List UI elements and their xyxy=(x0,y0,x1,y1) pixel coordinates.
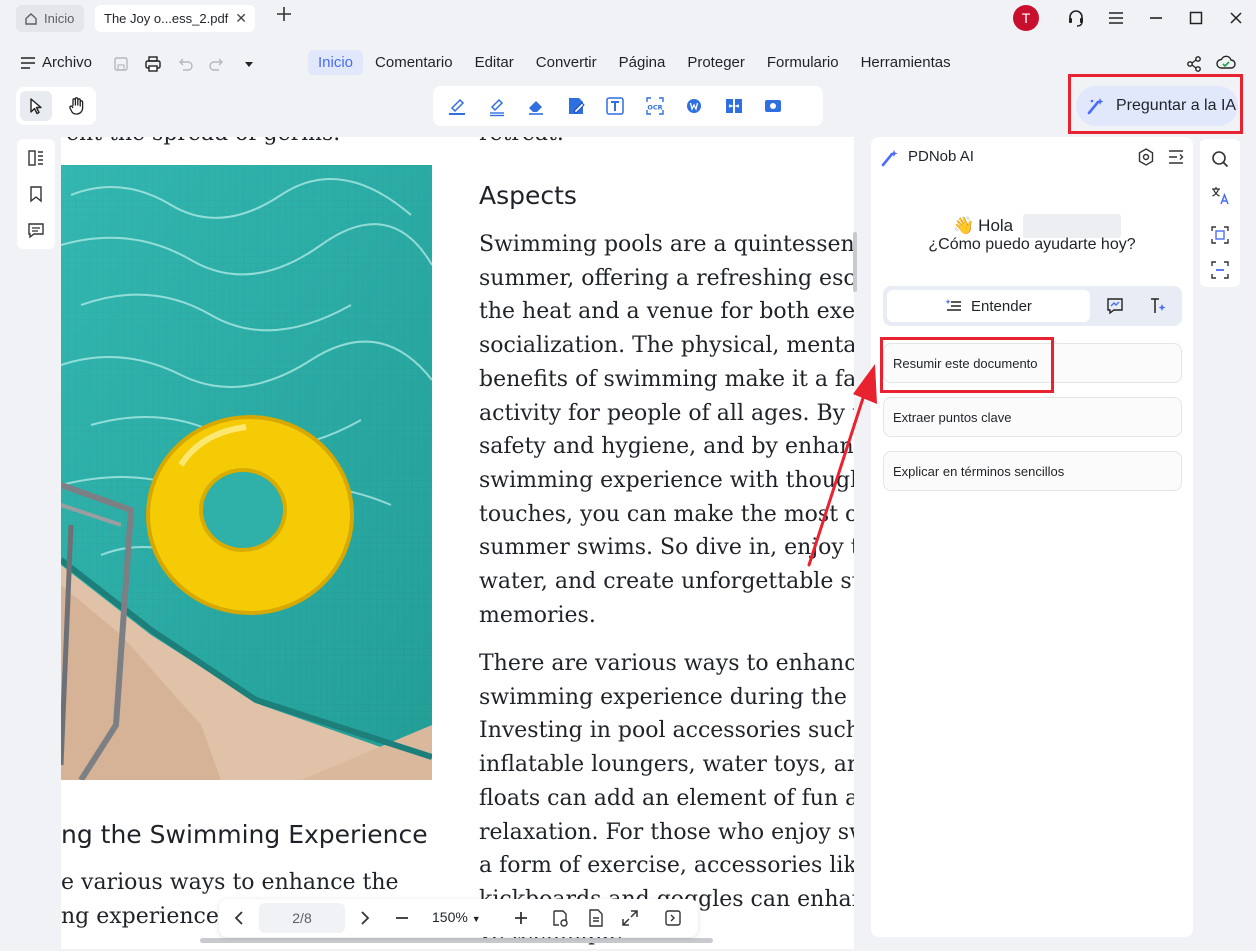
thumbnails-icon[interactable] xyxy=(26,148,46,168)
wave-icon: 👋 xyxy=(953,216,975,235)
ai-logo-icon xyxy=(880,148,900,168)
ocr-icon[interactable]: OCR xyxy=(641,92,669,120)
highlight-icon[interactable] xyxy=(443,92,471,120)
close-icon[interactable]: ✕ xyxy=(235,10,247,27)
edit-text-icon[interactable] xyxy=(562,92,590,120)
scan-translate-icon[interactable] xyxy=(1210,225,1230,245)
screen-capture-icon[interactable] xyxy=(759,92,787,120)
tab-home-label: Inicio xyxy=(44,11,75,26)
ai-settings-icon[interactable] xyxy=(1136,147,1156,167)
vertical-scrollbar[interactable] xyxy=(853,232,857,292)
close-window-icon[interactable] xyxy=(1226,8,1246,28)
redo-icon[interactable] xyxy=(208,55,226,73)
list-sparkle-icon xyxy=(945,298,963,314)
next-page-icon[interactable] xyxy=(355,908,375,928)
collapse-toolbar-icon[interactable] xyxy=(663,908,683,928)
zoom-in-icon[interactable] xyxy=(511,908,531,928)
page-number-input[interactable]: 2/8 xyxy=(259,903,345,933)
document-viewport[interactable]: ent the spread of germs. retreat. xyxy=(61,137,854,949)
screenshot-ocr-icon[interactable] xyxy=(1210,260,1230,280)
collapse-panel-icon[interactable] xyxy=(1166,147,1186,167)
home-tools: OCR xyxy=(433,86,823,126)
suggestion-explain-simple[interactable]: Explicar en términos sencillos xyxy=(883,451,1182,491)
doc-fragment-left: ent the spread of germs. xyxy=(66,137,340,151)
greeting-question: ¿Cómo puedo ayudarte hoy? xyxy=(928,236,1136,253)
nav-editar[interactable]: Editar xyxy=(465,50,524,75)
eraser-icon[interactable] xyxy=(522,92,550,120)
pointer-tools xyxy=(16,87,96,125)
read-mode-icon[interactable] xyxy=(550,908,570,928)
chat-mode-icon[interactable] xyxy=(1105,296,1125,316)
fit-page-icon[interactable] xyxy=(586,908,606,928)
nav-herramientas[interactable]: Herramientas xyxy=(851,50,961,75)
doc-heading-aspects: Aspects xyxy=(479,181,577,210)
title-bar: Inicio The Joy o...ess_2.pdf ✕ T xyxy=(0,0,1256,40)
hamburger-icon xyxy=(20,56,36,70)
ai-panel-title: PDNob AI xyxy=(908,148,974,165)
file-menu-label: Archivo xyxy=(42,54,93,71)
nav-pagina[interactable]: Página xyxy=(609,50,676,75)
left-sidebar xyxy=(17,139,55,249)
menu-icon[interactable] xyxy=(1106,8,1126,28)
annotation-arrow xyxy=(795,360,885,570)
zoom-out-icon[interactable] xyxy=(392,908,412,928)
doc-fragment-right: retreat. xyxy=(479,137,564,151)
doc-left-line-1: e various ways to enhance the xyxy=(61,870,399,895)
svg-text:OCR: OCR xyxy=(647,104,662,112)
horizontal-scrollbar[interactable] xyxy=(200,938,713,943)
page-navigation-bar: 2/8 150% ▼ xyxy=(219,899,698,937)
save-icon[interactable] xyxy=(112,55,130,73)
doc-heading-left: ng the Swimming Experience xyxy=(61,820,428,849)
nav-formulario[interactable]: Formulario xyxy=(757,50,849,75)
comments-icon[interactable] xyxy=(26,220,46,240)
suggestion-key-points[interactable]: Extraer puntos clave xyxy=(883,397,1182,437)
cloud-sync-icon[interactable] xyxy=(1216,54,1236,72)
hand-tool-icon[interactable] xyxy=(62,91,92,121)
tab-home[interactable]: Inicio xyxy=(16,5,84,32)
greeting: 👋 Hola xyxy=(953,214,1122,238)
mode-understand-label: Entender xyxy=(971,297,1032,315)
quick-access-dropdown-icon[interactable] xyxy=(240,55,258,73)
bookmark-icon[interactable] xyxy=(26,184,46,204)
add-tab-icon[interactable] xyxy=(275,5,293,23)
writing-mode-icon[interactable] xyxy=(1148,296,1168,316)
fullscreen-icon[interactable] xyxy=(620,908,640,928)
mode-understand-tab[interactable]: Entender xyxy=(887,290,1090,322)
nav-proteger[interactable]: Proteger xyxy=(677,50,755,75)
tab-document-label: The Joy o...ess_2.pdf xyxy=(104,11,229,26)
file-menu[interactable]: Archivo xyxy=(20,54,92,71)
undo-icon[interactable] xyxy=(176,55,194,73)
maximize-icon[interactable] xyxy=(1186,8,1206,28)
greeting-text: Hola xyxy=(978,216,1014,235)
pool-photo xyxy=(61,165,432,780)
minimize-icon[interactable] xyxy=(1146,8,1166,28)
print-icon[interactable] xyxy=(144,55,162,73)
highlight-box-ask-ai xyxy=(1068,74,1243,134)
compare-icon[interactable] xyxy=(720,92,748,120)
highlight-box-summarize xyxy=(880,337,1054,393)
zoom-level[interactable]: 150% ▼ xyxy=(432,909,481,925)
search-icon[interactable] xyxy=(1210,149,1230,169)
main-nav: Inicio Comentario Editar Convertir Págin… xyxy=(308,50,961,75)
right-sidebar xyxy=(1200,139,1240,287)
support-icon[interactable] xyxy=(1066,8,1086,28)
redacted-username xyxy=(1023,214,1122,238)
avatar[interactable]: T xyxy=(1013,5,1039,31)
translate-icon[interactable] xyxy=(1210,185,1230,205)
select-tool-icon[interactable] xyxy=(20,91,52,121)
nav-convertir[interactable]: Convertir xyxy=(526,50,607,75)
convert-word-icon[interactable] xyxy=(680,92,708,120)
underline-icon[interactable] xyxy=(483,92,511,120)
ai-mode-selector: Entender xyxy=(883,286,1182,326)
ai-assistant-panel: PDNob AI 👋 Hola ¿Cómo puedo ayudarte hoy… xyxy=(871,137,1193,937)
text-box-icon[interactable] xyxy=(601,92,629,120)
share-icon[interactable] xyxy=(1185,55,1203,73)
home-icon xyxy=(24,12,38,26)
tab-document[interactable]: The Joy o...ess_2.pdf ✕ xyxy=(95,5,255,32)
nav-inicio[interactable]: Inicio xyxy=(308,50,364,75)
zoom-dropdown-icon: ▼ xyxy=(471,914,481,924)
prev-page-icon[interactable] xyxy=(229,908,249,928)
nav-comentario[interactable]: Comentario xyxy=(365,50,463,75)
